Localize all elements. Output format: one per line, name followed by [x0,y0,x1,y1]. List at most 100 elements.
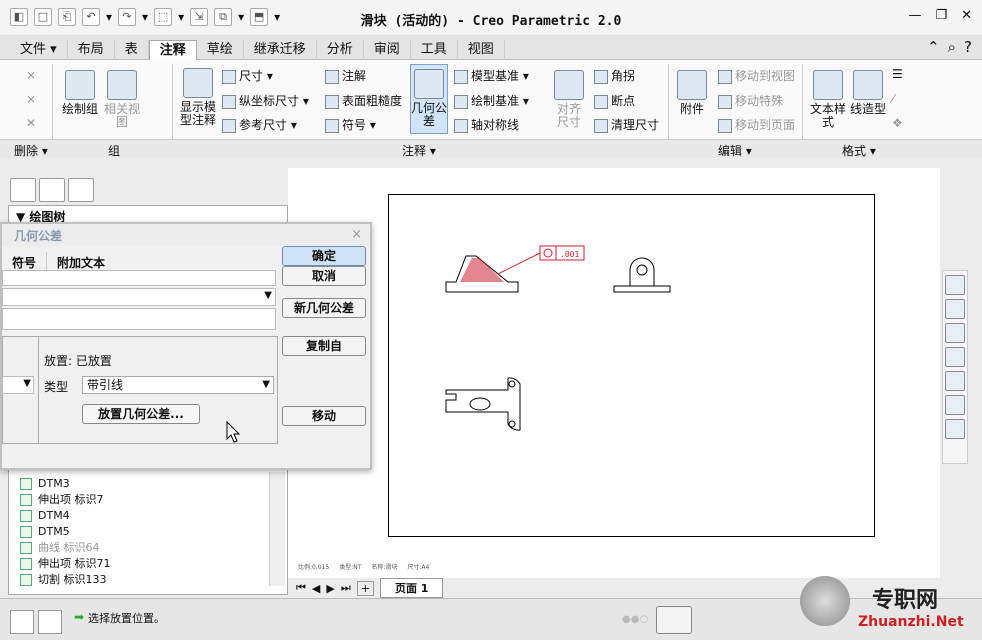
dimension-button[interactable]: 尺寸 ▾ [222,67,273,84]
help-icon[interactable]: ? [964,38,972,56]
tab-tools[interactable]: 工具 [411,40,458,60]
tree-item[interactable]: DTM4 [20,508,111,524]
move-to-view-button[interactable]: 移动到视图 [718,67,795,84]
tree-scrollbar[interactable] [269,472,285,586]
navigator-toggle-icon[interactable] [10,610,34,634]
add-page-icon[interactable]: + [356,580,374,596]
reference-field[interactable] [2,270,276,286]
tab-analysis[interactable]: 分析 [317,40,364,60]
show-annotations-icon [183,68,213,98]
tree-item[interactable]: 切割 标识133 [20,572,111,588]
tree-item[interactable]: DTM5 [20,524,111,540]
ordinate-dimension-button[interactable]: 纵坐标尺寸 ▾ [222,92,309,109]
tree-item[interactable]: 伸出项 标识71 [20,556,111,572]
page-tab[interactable]: 页面 1 [379,578,444,598]
prev-page-icon[interactable]: ◀ [312,582,320,595]
tab-sketch[interactable]: 草绘 [197,40,244,60]
note-button[interactable]: 注解 [325,67,366,84]
datum-display-icon[interactable] [945,395,965,415]
breakpoint-button[interactable]: 断点 [594,92,635,109]
display-style-icon[interactable] [945,371,965,391]
draw-datum-button[interactable]: 绘制基准 ▾ [454,92,529,109]
copy-from-button[interactable]: 复制自 [282,336,366,356]
dialog-close-icon[interactable]: × [351,227,362,242]
group-format[interactable]: 格式 ▾ [842,142,876,159]
favorites-tab-icon[interactable] [68,178,94,202]
hatch-icon[interactable]: ☰ [892,67,903,81]
tab-legacy-migration[interactable]: 继承迁移 [244,40,317,60]
zoom-out-icon[interactable] [945,323,965,343]
first-page-icon[interactable]: ⏮ [296,581,306,595]
restore-icon[interactable]: ❐ [935,8,947,23]
datum-plane-icon [20,510,32,522]
gtol-dialog: 几何公差 × 符号 附加文本 ▼ ▼ 放置: 已放置 类型 带引线 ▼ 放置几何公… [0,222,372,470]
status-arrow-icon: ➡ [74,610,85,624]
type-select[interactable]: 带引线 ▼ [82,376,274,394]
tree-item[interactable]: 伸出项 标识7 [20,492,111,508]
annotation-display-icon[interactable] [945,419,965,439]
text-style-icon [813,70,843,100]
move-button[interactable]: 移动 [282,406,366,426]
next-page-icon[interactable]: ▶ [326,582,334,595]
zoom-in-icon[interactable] [945,299,965,319]
delete-all-icon[interactable]: ⨯ [26,92,36,106]
folder-browser-tab-icon[interactable] [39,178,65,202]
move-to-page-button[interactable]: 移动到页面 [718,116,795,133]
surface-finish-button[interactable]: 表面粗糙度 [325,92,402,109]
group-annotation[interactable]: 注释 ▾ [402,142,436,159]
erase-icon[interactable]: ✕ [26,116,36,130]
tab-table[interactable]: 表 [115,40,149,60]
reference-dimension-button[interactable]: 参考尺寸 ▾ [222,116,297,133]
slope-icon[interactable]: ⁄ [892,92,894,106]
align-dimension-button[interactable]: 对齐尺寸 [552,70,586,129]
delete-icon[interactable]: ⨯ [26,68,36,82]
datum-plane-icon [20,526,32,538]
tab-file[interactable]: 文件 ▾ [10,40,68,60]
show-model-annotations-button[interactable]: 显示模型注释 [178,68,218,127]
model-datum-button[interactable]: 模型基准 ▾ [454,67,529,84]
tab-review[interactable]: 审阅 [364,40,411,60]
last-page-icon[interactable]: ⏭ [341,581,351,595]
tab-layout[interactable]: 布局 [68,40,115,60]
jog-button[interactable]: 角拐 [594,67,635,84]
tab-view[interactable]: 视图 [458,40,505,60]
top-view[interactable] [445,377,521,431]
text-style-button[interactable]: 文本样式 [810,70,846,129]
browser-toggle-icon[interactable] [38,610,62,634]
refit-icon[interactable] [945,275,965,295]
cancel-button[interactable]: 取消 [282,266,366,286]
window-title: 滑块 (活动的) - Creo Parametric 2.0 [360,14,622,29]
tab-annotate[interactable]: 注释 [148,40,197,60]
related-view-button[interactable]: 相关视图 [102,70,142,129]
front-view[interactable]: .001 [445,245,585,293]
new-gtol-button[interactable]: 新几何公差 [282,298,366,318]
group-delete[interactable]: 删除 ▾ [14,142,48,159]
attachment-button[interactable]: 附件 [674,70,710,116]
cleanup-dimension-button[interactable]: 清理尺寸 [594,116,659,133]
reference-select[interactable]: ▼ [2,288,276,306]
close-icon[interactable]: ✕ [961,8,972,23]
reference-dimension-icon [222,118,236,133]
move-special-button[interactable]: 移动特殊 [718,92,783,109]
line-style-button[interactable]: 线造型 [850,70,886,116]
move-to-page-icon [718,118,732,133]
collapse-icon[interactable]: ⌃ [927,38,940,56]
search-icon[interactable]: ⌕ [948,38,956,56]
group-edit[interactable]: 编辑 ▾ [718,142,752,159]
repaint-icon[interactable] [945,347,965,367]
ok-button[interactable]: 确定 [282,246,366,266]
format-misc-icon[interactable]: ❖ [892,116,903,130]
left-select[interactable]: ▼ [2,376,34,394]
tree-item[interactable]: DTM3 [20,476,111,492]
place-gtol-button[interactable]: 放置几何公差... [82,404,200,424]
axis-symmetry-button[interactable]: 轴对称线 [454,116,519,133]
geometric-tolerance-button[interactable]: 几何公差 [410,64,448,134]
draw-component-button[interactable]: 绘制组 [62,70,98,116]
find-icon[interactable] [656,606,692,634]
symbol-button[interactable]: 符号 ▾ [325,116,376,133]
side-view[interactable] [613,257,671,293]
model-tree-tab-icon[interactable] [10,178,36,202]
line-style-icon [853,70,883,100]
minimize-icon[interactable]: — [908,8,921,23]
tree-item[interactable]: 曲线 标识64 [20,540,111,556]
